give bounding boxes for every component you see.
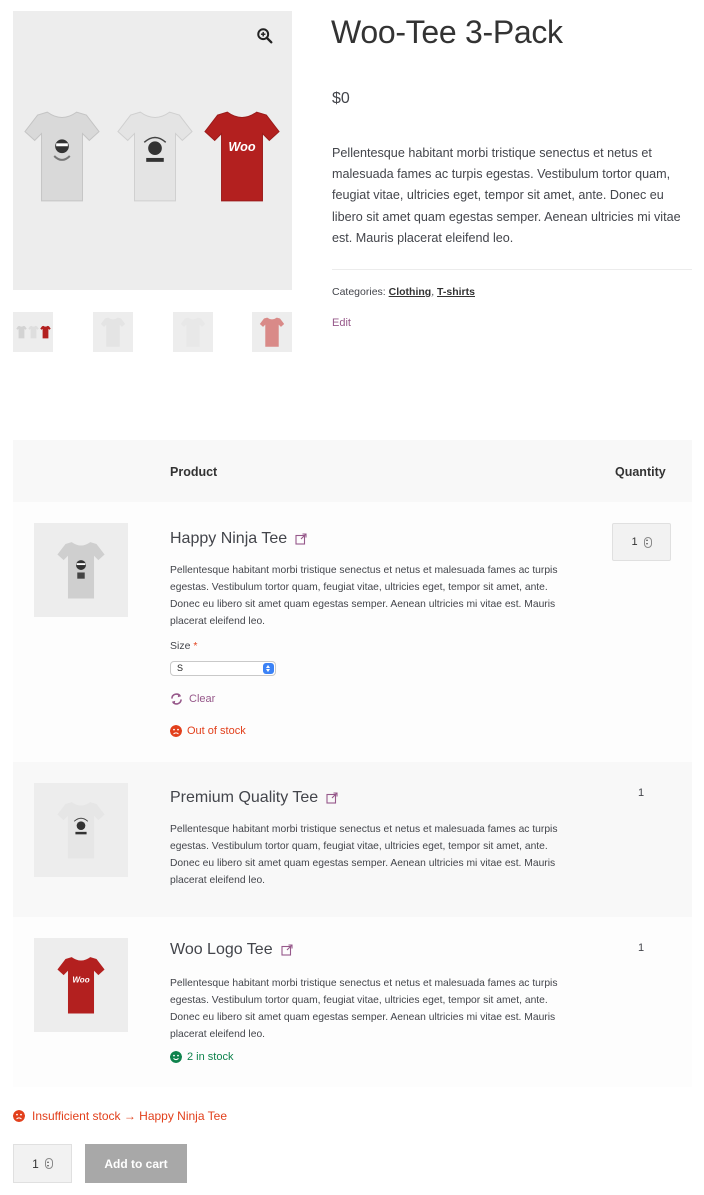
quantity-value: 1 [638, 942, 645, 954]
bundle-item-description: Pellentesque habitant morbi tristique se… [170, 978, 558, 1040]
stock-text: Out of stock [187, 725, 246, 737]
size-label-text: Size [170, 640, 191, 652]
bundle-item-row: Woo Woo Logo Tee Pellentesque habitant m… [13, 917, 692, 1087]
clear-label[interactable]: Clear [189, 693, 215, 705]
bundle-item-image[interactable]: Woo [34, 938, 128, 1032]
quantity-value: 1 [638, 787, 645, 799]
bundle-table-header: Product Quantity [13, 440, 692, 502]
external-link-icon[interactable] [295, 533, 307, 545]
tshirt-woo-image: Woo [204, 111, 280, 202]
main-quantity-value: 1 [32, 1156, 39, 1171]
refresh-icon [171, 693, 182, 705]
thumbnail-woo[interactable] [252, 312, 292, 352]
product-categories: Categories: Clothing, T-shirts [332, 286, 475, 298]
bundle-item-title[interactable]: Premium Quality Tee [170, 789, 338, 807]
quantity-stepper[interactable] [44, 1158, 53, 1169]
product-description: Pellentesque habitant morbi tristique se… [332, 146, 681, 245]
thumbnail-northerner[interactable] [173, 312, 213, 352]
woo-print-text: Woo [228, 140, 255, 154]
size-select[interactable]: S [170, 661, 276, 676]
sad-face-icon [13, 1110, 25, 1122]
column-header-product: Product [170, 465, 218, 479]
edit-link[interactable]: Edit [332, 317, 351, 329]
woo-print-text: Woo [72, 976, 89, 985]
happy-face-icon [170, 1051, 182, 1063]
bundle-item-description: Pellentesque habitant morbi tristique se… [170, 824, 558, 886]
bundle-item-image[interactable] [34, 523, 128, 617]
column-header-quantity: Quantity [615, 465, 666, 479]
bundle-item-row: Happy Ninja Tee Pellentesque habitant mo… [13, 502, 692, 762]
tshirt-ninja-image [57, 542, 105, 599]
divider [332, 269, 692, 270]
clear-selection-link[interactable]: Clear [170, 693, 215, 705]
bundle-item-title[interactable]: Woo Logo Tee [170, 941, 293, 959]
category-link-tshirts[interactable]: T-shirts [437, 286, 475, 298]
quantity-value: 1 [631, 536, 638, 548]
sad-face-icon [170, 725, 182, 737]
thumbnail-ninja[interactable] [93, 312, 133, 352]
stock-status-in: 2 in stock [170, 1051, 233, 1063]
select-arrows-icon [263, 663, 274, 674]
main-quantity-input[interactable]: 1 [13, 1144, 72, 1183]
thumbnail-3pack[interactable] [13, 312, 53, 352]
zoom-in-icon[interactable] [256, 27, 274, 45]
quantity-input[interactable]: 1 [612, 523, 671, 561]
bundle-item-title-text[interactable]: Premium Quality Tee [170, 789, 318, 807]
product-title: Woo-Tee 3-Pack [331, 14, 563, 50]
quantity-stepper[interactable] [643, 536, 652, 548]
external-link-icon[interactable] [326, 792, 338, 804]
bundle-item-title[interactable]: Happy Ninja Tee [170, 530, 307, 548]
insufficient-stock-notice: Insufficient stock → Happy Ninja Tee [13, 1109, 227, 1123]
tshirt-northerner-image [57, 802, 105, 859]
size-label: Size * [170, 640, 197, 652]
tshirt-ninja-image [24, 111, 100, 202]
required-marker: * [193, 640, 198, 652]
stock-text: 2 in stock [187, 1051, 234, 1063]
bundle-item-description: Pellentesque habitant morbi tristique se… [170, 565, 558, 627]
bundle-item-row: Premium Quality Tee Pellentesque habitan… [13, 762, 692, 917]
bundle-item-title-text[interactable]: Woo Logo Tee [170, 941, 273, 959]
tshirt-northerner-image [117, 111, 193, 202]
tshirt-woo-image: Woo [57, 957, 105, 1014]
insufficient-stock-text: Insufficient stock → Happy Ninja Tee [32, 1109, 227, 1123]
bundle-item-title-text[interactable]: Happy Ninja Tee [170, 530, 287, 548]
product-price: $0 [332, 90, 350, 107]
gallery-thumbnails [13, 312, 292, 352]
product-main-image[interactable]: Woo [13, 11, 292, 290]
add-to-cart-button[interactable]: Add to cart [85, 1144, 187, 1183]
stock-status-out: Out of stock [170, 725, 246, 737]
bundle-item-image[interactable] [34, 783, 128, 877]
size-select-value: S [177, 663, 184, 673]
external-link-icon[interactable] [281, 944, 293, 956]
categories-label: Categories: [332, 286, 386, 298]
category-link-clothing[interactable]: Clothing [389, 286, 432, 298]
